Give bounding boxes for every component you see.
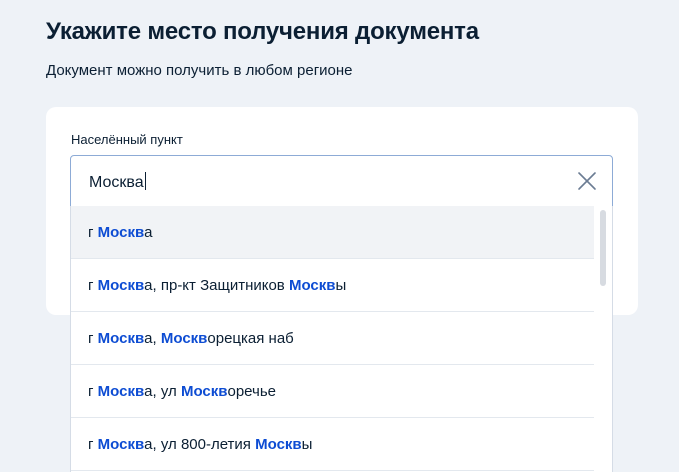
dropdown-scrollbar[interactable] xyxy=(600,210,606,286)
suggestion-text-part: г xyxy=(88,224,98,241)
input-value: Москва xyxy=(89,174,144,191)
page-title: Укажите место получения документа xyxy=(46,18,479,45)
suggestion-item[interactable]: г Москва, Москворецкая наб xyxy=(71,312,594,365)
suggestion-text-part: а, ул 800-летия xyxy=(144,436,256,453)
suggestion-text-part: ы xyxy=(301,436,313,453)
suggestion-match-highlight: Москв xyxy=(97,383,145,400)
suggestion-text: г Москва, ул Москворечье xyxy=(88,383,276,400)
field-label: Населённый пункт xyxy=(71,132,183,147)
suggestion-text: г Москва, ул 800-летия Москвы xyxy=(88,436,312,453)
close-icon xyxy=(578,172,596,190)
suggestion-text: г Москва, Москворецкая наб xyxy=(88,330,294,347)
suggestion-text: г Москва, пр-кт Защитников Москвы xyxy=(88,277,346,294)
suggestion-match-highlight: Москв xyxy=(255,436,302,453)
suggestion-text-part: а, пр-кт Защитников xyxy=(144,277,289,294)
suggestion-item[interactable]: г Москва, ул 800-летия Москвы xyxy=(71,418,594,471)
suggestion-text-part: г xyxy=(88,383,98,400)
suggestion-text-part: г xyxy=(88,330,98,347)
suggestion-match-highlight: Москв xyxy=(97,224,145,241)
suggestion-item[interactable]: г Москва, ул Москворечье xyxy=(71,365,594,418)
suggestion-match-highlight: Москв xyxy=(97,436,145,453)
suggestion-text-part: оречье xyxy=(227,383,276,400)
suggestions-dropdown: г Москва, ул 800-летия Москвы г Москва, у… xyxy=(70,206,613,472)
page-subtitle: Документ можно получить в любом регионе xyxy=(46,62,353,79)
clear-button[interactable] xyxy=(576,170,598,192)
suggestion-text-part: орецкая наб xyxy=(207,330,294,347)
suggestion-item[interactable]: г Москва, пр-кт Защитников Москвы xyxy=(71,259,594,312)
suggestion-text-part: г xyxy=(88,436,98,453)
suggestion-match-highlight: Москв xyxy=(180,383,228,400)
suggestion-match-highlight: Москв xyxy=(160,330,208,347)
text-caret xyxy=(144,172,146,190)
locality-input[interactable]: Москва xyxy=(70,155,613,207)
suggestion-match-highlight: Москв xyxy=(288,277,336,294)
suggestion-match-highlight: Москв xyxy=(97,330,145,347)
suggestion-text: г Москва xyxy=(88,224,153,241)
suggestion-item[interactable]: г Москва xyxy=(71,206,594,259)
suggestion-text-part: а xyxy=(144,224,153,241)
suggestion-text-part: а, ул xyxy=(144,383,181,400)
locality-input-text[interactable]: Москва xyxy=(89,172,146,192)
suggestion-match-highlight: Москв xyxy=(97,277,145,294)
suggestion-text-part: г xyxy=(88,277,98,294)
suggestion-text-part: ы xyxy=(335,277,347,294)
suggestion-text-part: а, xyxy=(144,330,161,347)
